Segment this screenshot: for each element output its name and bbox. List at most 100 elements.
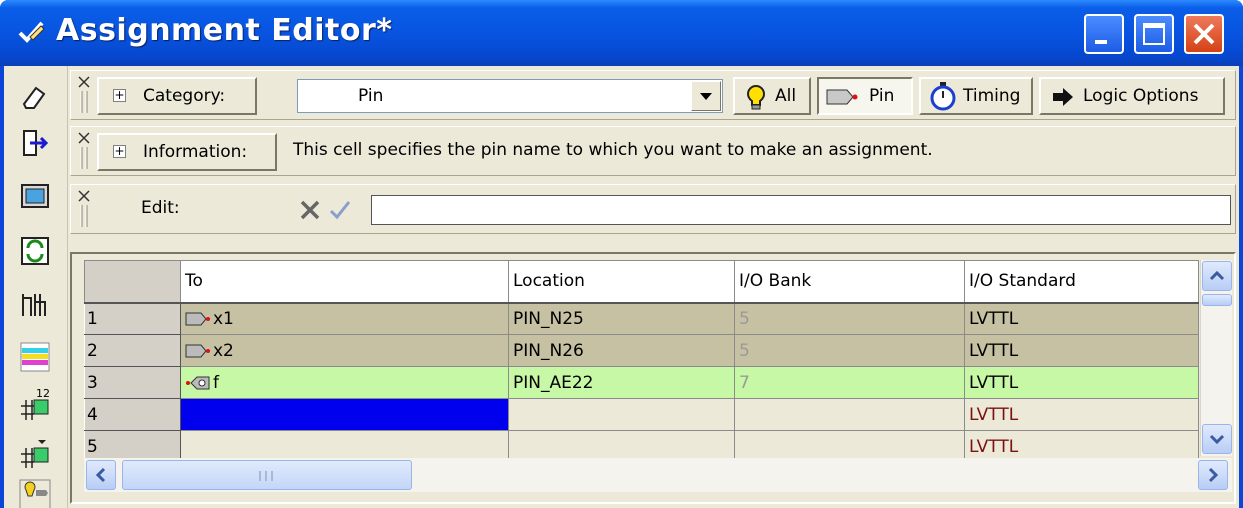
client-area: 12 + Category: Pin All Pin Timing Logic … — [4, 66, 1239, 508]
table-row[interactable]: 1 x1 PIN_N25 5 LVTTL — [84, 302, 1199, 335]
edit-input[interactable] — [371, 195, 1231, 225]
io-standard-cell[interactable]: LVTTL — [964, 302, 1199, 335]
filter-pin-button[interactable]: Pin — [817, 77, 913, 115]
filter-logic-options-label: Logic Options — [1083, 86, 1199, 106]
edit-bar: Edit: — [70, 184, 1236, 234]
maximize-button[interactable] — [1134, 14, 1174, 54]
to-name: x1 — [213, 308, 234, 329]
category-bar: + Category: Pin All Pin Timing Logic Opt… — [70, 70, 1236, 120]
column-header-io-bank[interactable]: I/O Bank — [734, 260, 965, 304]
row-number[interactable]: 4 — [84, 398, 181, 431]
io-bank-cell[interactable]: 5 — [734, 302, 965, 335]
to-cell-selected[interactable] — [180, 398, 509, 431]
color-legend-icon[interactable] — [18, 340, 52, 374]
filter-pin-label: Pin — [869, 86, 895, 106]
edit-label: Edit: — [141, 198, 180, 218]
io-standard-cell[interactable]: LVTTL — [964, 366, 1199, 399]
to-cell[interactable]: x1 — [180, 302, 509, 335]
assignment-editor-window: Assignment Editor* 12 + Category: Pin Al… — [0, 0, 1243, 508]
close-icon — [1193, 23, 1215, 45]
table-corner-cell[interactable] — [84, 260, 181, 304]
cancel-edit-icon[interactable] — [297, 197, 323, 223]
vertical-scrollbar[interactable] — [1200, 260, 1232, 456]
horizontal-scroll-thumb[interactable] — [122, 460, 412, 490]
category-dropdown[interactable]: Pin — [297, 79, 723, 113]
row-number[interactable]: 3 — [84, 366, 181, 399]
checkmark-pencil-icon — [18, 21, 45, 43]
table-header-row: To Location I/O Bank I/O Standard — [84, 260, 1199, 304]
io-bank-cell[interactable] — [734, 398, 965, 431]
close-button[interactable] — [1184, 14, 1224, 54]
to-name: f — [213, 372, 219, 393]
information-text: This cell specifies the pin name to whic… — [293, 140, 933, 160]
refresh-icon[interactable] — [18, 234, 52, 268]
bar-grip-close-icon[interactable] — [77, 75, 91, 115]
vertical-scroll-thumb[interactable] — [1202, 294, 1232, 306]
scroll-right-button[interactable] — [1198, 460, 1228, 490]
io-standard-cell[interactable]: LVTTL — [964, 334, 1199, 367]
row-number[interactable]: 2 — [84, 334, 181, 367]
location-cell[interactable] — [508, 398, 735, 431]
bar-grip-close-icon[interactable] — [77, 189, 91, 229]
filter-all-button[interactable]: All — [733, 77, 811, 115]
column-header-to[interactable]: To — [180, 260, 509, 304]
column-header-location[interactable]: Location — [508, 260, 735, 304]
title-bar[interactable]: Assignment Editor* — [0, 0, 1243, 66]
pin-planner-icon[interactable] — [18, 478, 52, 508]
lightbulb-icon — [746, 85, 766, 110]
category-label: Category: — [143, 86, 226, 106]
table-row[interactable]: 2 x2 PIN_N26 5 LVTTL — [84, 334, 1199, 367]
filter-timing-label: Timing — [963, 86, 1021, 106]
eraser-icon[interactable] — [18, 80, 52, 114]
assignment-editor-main: + Category: Pin All Pin Timing Logic Opt… — [70, 66, 1239, 508]
pin-icon — [826, 89, 858, 105]
sort-ascending-icon[interactable]: 12 — [18, 386, 52, 420]
scroll-up-button[interactable] — [1202, 261, 1232, 291]
category-button[interactable]: + Category: — [97, 77, 257, 115]
stopwatch-icon — [930, 82, 956, 111]
filter-logic-options-button[interactable]: Logic Options — [1039, 77, 1225, 115]
to-cell[interactable]: f — [180, 366, 509, 399]
display-icon[interactable] — [18, 180, 52, 214]
filter-timing-button[interactable]: Timing — [919, 77, 1033, 115]
arrow-right-icon — [1053, 88, 1073, 106]
input-pin-icon — [185, 312, 210, 326]
column-header-io-standard[interactable]: I/O Standard — [964, 260, 1199, 304]
location-cell[interactable]: PIN_AE22 — [508, 366, 735, 399]
row-number[interactable]: 1 — [84, 302, 181, 335]
io-standard-cell[interactable]: LVTTL — [964, 398, 1199, 431]
accept-edit-icon[interactable] — [327, 197, 353, 223]
information-expand-toggle[interactable]: + — [113, 145, 126, 158]
scroll-left-button[interactable] — [86, 460, 116, 490]
dropdown-arrow-button[interactable] — [691, 81, 721, 111]
output-pin-icon — [186, 376, 210, 389]
scroll-down-button[interactable] — [1202, 424, 1232, 454]
chevron-left-icon — [95, 467, 106, 483]
information-button[interactable]: + Information: — [97, 133, 277, 171]
category-expand-toggle[interactable]: + — [113, 89, 126, 102]
location-cell[interactable]: PIN_N25 — [508, 302, 735, 335]
to-name: x2 — [213, 340, 234, 361]
left-toolbar: 12 — [4, 66, 68, 508]
io-bank-cell[interactable]: 7 — [734, 366, 965, 399]
information-label: Information: — [143, 142, 248, 162]
chevron-down-icon — [1209, 434, 1225, 445]
location-cell[interactable]: PIN_N26 — [508, 334, 735, 367]
horizontal-scrollbar[interactable] — [84, 458, 1232, 492]
to-cell[interactable]: x2 — [180, 334, 509, 367]
assignment-table: To Location I/O Bank I/O Standard 1 x1 P… — [84, 260, 1199, 463]
sort-descending-icon[interactable] — [18, 434, 52, 468]
svg-text:12: 12 — [36, 387, 50, 400]
maximize-icon — [1143, 23, 1165, 45]
chevron-down-icon — [700, 93, 712, 100]
information-bar: + Information: This cell specifies the p… — [70, 126, 1236, 176]
table-row[interactable]: 4 LVTTL — [84, 398, 1199, 431]
node-finder-icon[interactable] — [18, 288, 52, 322]
minimize-button[interactable] — [1084, 14, 1124, 54]
bar-grip-close-icon[interactable] — [77, 131, 91, 171]
table-row[interactable]: 3 f PIN_AE22 7 LVTTL — [84, 366, 1199, 399]
assignment-grid: To Location I/O Bank I/O Standard 1 x1 P… — [70, 252, 1236, 504]
category-selected-value: Pin — [358, 86, 384, 106]
io-bank-cell[interactable]: 5 — [734, 334, 965, 367]
export-arrow-icon[interactable] — [18, 126, 52, 160]
